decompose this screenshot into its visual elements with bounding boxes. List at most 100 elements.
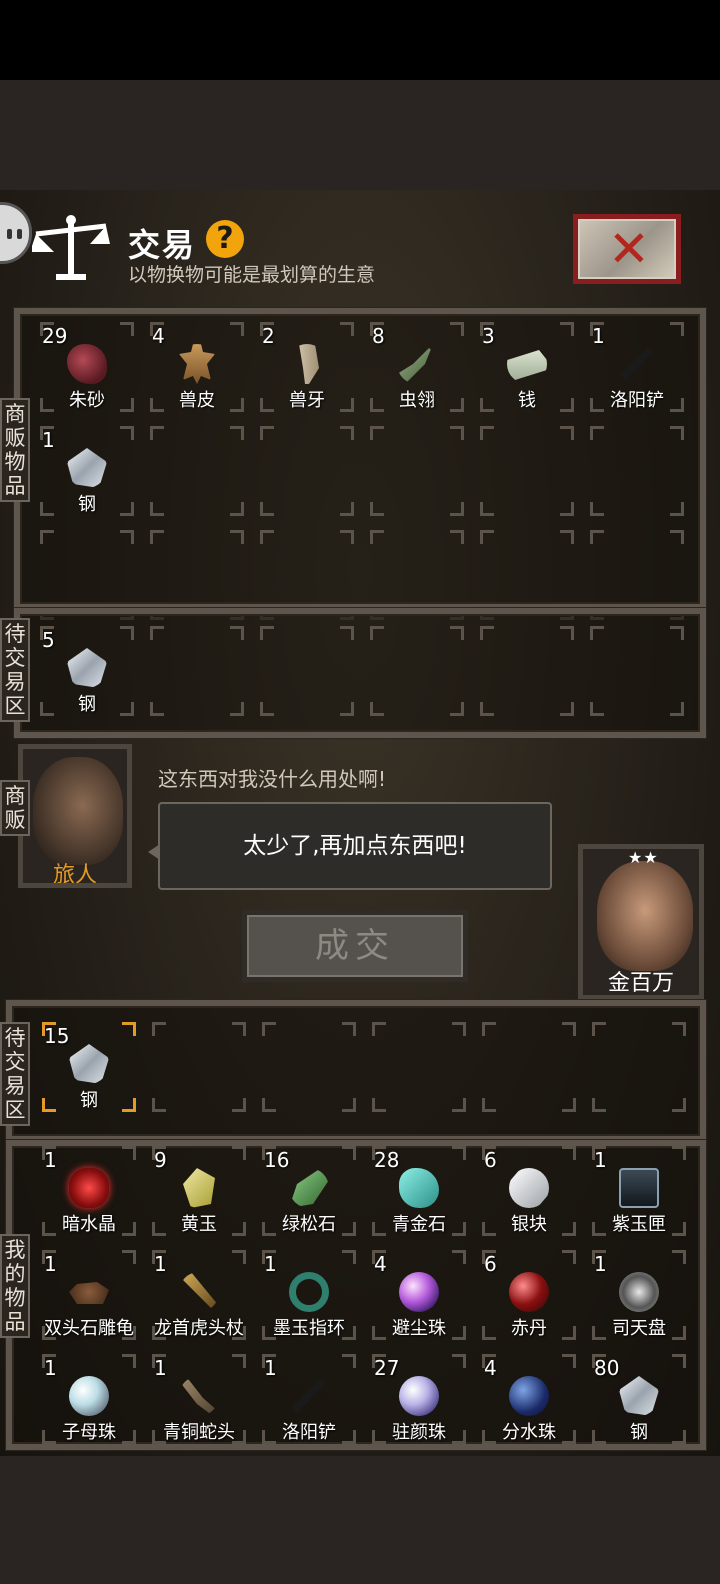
empty-slot[interactable]	[480, 530, 574, 620]
empty-slot[interactable]	[590, 426, 684, 516]
empty-slot[interactable]	[372, 1022, 466, 1112]
help-icon[interactable]: ?	[206, 220, 244, 258]
player-name: 金百万	[607, 971, 674, 996]
slot-corner	[342, 1354, 356, 1368]
empty-slot[interactable]	[40, 530, 134, 620]
item-slot[interactable]: 1 墨玉指环	[262, 1250, 356, 1340]
merchant-portrait: 旅人	[18, 744, 132, 888]
slot-corner	[592, 1022, 606, 1036]
shovel-icon	[617, 344, 657, 384]
menu-tab[interactable]	[0, 202, 32, 264]
item-name: 钢	[80, 1090, 98, 1111]
item-name: 暗水晶	[62, 1214, 116, 1235]
slot-corner	[340, 530, 354, 544]
slot-corner	[480, 502, 494, 516]
item-slot[interactable]: 1 紫玉匣	[592, 1146, 686, 1236]
item-name: 黄玉	[181, 1214, 217, 1235]
item-slot[interactable]: 4 兽皮	[150, 322, 244, 412]
slot-corner	[672, 1022, 686, 1036]
item-slot[interactable]: 4 分水珠	[482, 1354, 576, 1444]
menu-dot-icon	[17, 229, 22, 239]
empty-slot[interactable]	[260, 626, 354, 716]
empty-slot[interactable]	[590, 626, 684, 716]
empty-slot[interactable]	[370, 530, 464, 620]
item-slot[interactable]: 6 银块	[482, 1146, 576, 1236]
item-slot[interactable]: 1 青铜蛇头	[152, 1354, 246, 1444]
slot-corner	[230, 426, 244, 440]
empty-slot[interactable]	[480, 626, 574, 716]
slot-corner	[260, 502, 274, 516]
close-button[interactable]: ✕	[573, 214, 681, 284]
item-slot[interactable]: 2 兽牙	[260, 322, 354, 412]
item-slot[interactable]: 3钱	[480, 322, 574, 412]
trade-screen: 交易 ? 以物换物可能是最划算的生意 ✕ 29 朱砂 4 兽皮 2 兽牙 8 虫翎 3 钱 1 洛阳铲…	[0, 190, 720, 1456]
item-slot[interactable]: 1 司天盘	[592, 1250, 686, 1340]
item-slot[interactable]: 1 子母珠	[42, 1354, 136, 1444]
item-name: 洛阳铲	[282, 1422, 336, 1443]
item-slot[interactable]: 27 驻颜珠	[372, 1354, 466, 1444]
item-name: 驻颜珠	[392, 1422, 446, 1443]
empty-slot[interactable]	[150, 626, 244, 716]
empty-slot[interactable]	[260, 530, 354, 620]
item-slot[interactable]: 5钢	[40, 626, 134, 716]
steel-icon	[619, 1376, 659, 1416]
slot-corner	[122, 1250, 136, 1264]
item-count: 6	[484, 1252, 497, 1276]
item-slot[interactable]: 1钢	[40, 426, 134, 516]
empty-slot[interactable]	[590, 530, 684, 620]
slot-corner	[340, 502, 354, 516]
slot-corner	[562, 1098, 576, 1112]
item-slot[interactable]: 1 双头石雕龟	[42, 1250, 136, 1340]
item-slot[interactable]: 1 暗水晶	[42, 1146, 136, 1236]
slot-corner	[560, 530, 574, 544]
item-slot[interactable]: 1 龙首虎头杖	[152, 1250, 246, 1340]
slot-corner	[672, 1146, 686, 1160]
page-subtitle: 以物换物可能是最划算的生意	[128, 264, 376, 286]
item-count: 3	[482, 324, 495, 348]
empty-slot[interactable]	[150, 530, 244, 620]
pearl-purple-icon	[399, 1272, 439, 1312]
empty-slot[interactable]	[370, 626, 464, 716]
slot-corner	[370, 626, 384, 640]
item-slot[interactable]: 15 钢	[42, 1022, 136, 1112]
empty-slot[interactable]	[480, 426, 574, 516]
slot-corner	[372, 1022, 386, 1036]
slot-corner	[560, 322, 574, 336]
slot-corner	[672, 1098, 686, 1112]
empty-slot[interactable]	[260, 426, 354, 516]
item-count: 1	[264, 1252, 277, 1276]
item-slot[interactable]: 28 青金石	[372, 1146, 466, 1236]
empty-slot[interactable]	[482, 1022, 576, 1112]
item-slot[interactable]: 6 赤丹	[482, 1250, 576, 1340]
deal-button[interactable]: 成交	[242, 910, 468, 982]
empty-slot[interactable]	[370, 426, 464, 516]
wing-icon	[397, 344, 433, 384]
item-slot[interactable]: 16 绿松石	[262, 1146, 356, 1236]
slot-corner	[480, 626, 494, 640]
item-slot[interactable]: 9 黄玉	[152, 1146, 246, 1236]
empty-slot[interactable]	[262, 1022, 356, 1112]
item-slot[interactable]: 4 避尘珠	[372, 1250, 466, 1340]
empty-slot[interactable]	[592, 1022, 686, 1112]
item-name: 银块	[511, 1214, 547, 1235]
item-slot[interactable]: 8 虫翎	[370, 322, 464, 412]
item-slot[interactable]: 1 洛阳铲	[262, 1354, 356, 1444]
empty-slot[interactable]	[150, 426, 244, 516]
item-count: 2	[262, 324, 275, 348]
item-name: 避尘珠	[392, 1318, 446, 1339]
empty-slot[interactable]	[152, 1022, 246, 1112]
merchant-label: 商贩	[0, 780, 30, 836]
slot-corner	[150, 530, 164, 544]
snake-icon	[179, 1376, 219, 1416]
item-count: 1	[42, 428, 55, 452]
redcrystal-icon	[69, 1168, 109, 1208]
slot-corner	[122, 1022, 136, 1036]
slot-corner	[370, 502, 384, 516]
item-slot[interactable]: 29 朱砂	[40, 322, 134, 412]
item-slot[interactable]: 80 钢	[592, 1354, 686, 1444]
slot-corner	[562, 1022, 576, 1036]
item-count: 1	[592, 324, 605, 348]
red-pill-icon	[509, 1272, 549, 1312]
slot-corner	[450, 626, 464, 640]
item-slot[interactable]: 1 洛阳铲	[590, 322, 684, 412]
